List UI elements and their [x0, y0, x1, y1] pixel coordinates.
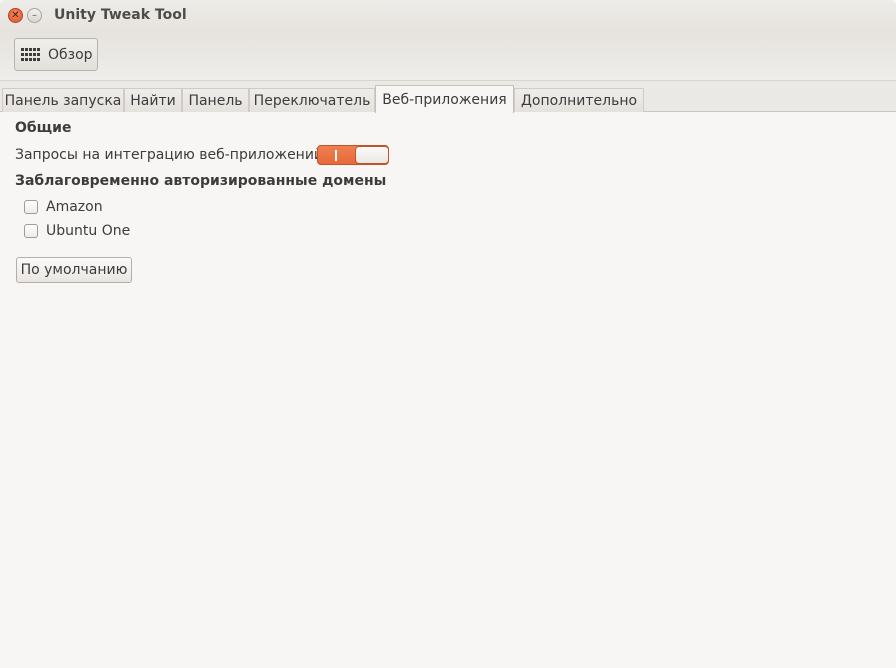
switch-knob[interactable] [355, 146, 388, 164]
web-apps-page: Общие Запросы на интеграцию веб-приложен… [0, 112, 896, 668]
restore-defaults-button[interactable]: По умолчанию [16, 257, 132, 283]
integration-toggle[interactable] [317, 145, 389, 165]
domain-item-amazon[interactable]: Amazon [24, 199, 103, 215]
domains-heading: Заблаговременно авторизированные домены [15, 173, 387, 189]
tab-web-apps[interactable]: Веб-приложения [375, 85, 514, 113]
overview-label: Обзор [48, 46, 93, 63]
title-bar: ✕ – Unity Tweak Tool [0, 0, 896, 31]
app-window: ✕ – Unity Tweak Tool Обзор Панель запуск… [0, 0, 896, 668]
ubuntu-one-label: Ubuntu One [46, 223, 131, 239]
window-title: Unity Tweak Tool [54, 7, 187, 23]
general-heading: Общие [15, 120, 72, 136]
domain-item-ubuntu-one[interactable]: Ubuntu One [24, 223, 130, 239]
amazon-label: Amazon [46, 199, 103, 215]
tab-switcher[interactable]: Переключатель [249, 88, 375, 112]
tab-bar: Панель запуска Найти Панель Переключател… [0, 81, 896, 113]
tab-launcher[interactable]: Панель запуска [2, 88, 124, 112]
tab-additional[interactable]: Дополнительно [514, 88, 644, 112]
toolbar: Обзор [0, 31, 896, 81]
minimize-icon[interactable]: – [27, 8, 42, 23]
tab-panel[interactable]: Панель [182, 88, 249, 112]
overview-button[interactable]: Обзор [14, 38, 98, 71]
tab-search[interactable]: Найти [124, 88, 182, 112]
grid-icon [21, 47, 42, 62]
integration-label: Запросы на интеграцию веб-приложений: [15, 147, 328, 163]
switch-on-icon [335, 150, 337, 161]
amazon-checkbox[interactable] [24, 200, 38, 214]
close-icon[interactable]: ✕ [8, 8, 23, 23]
ubuntu-one-checkbox[interactable] [24, 224, 38, 238]
